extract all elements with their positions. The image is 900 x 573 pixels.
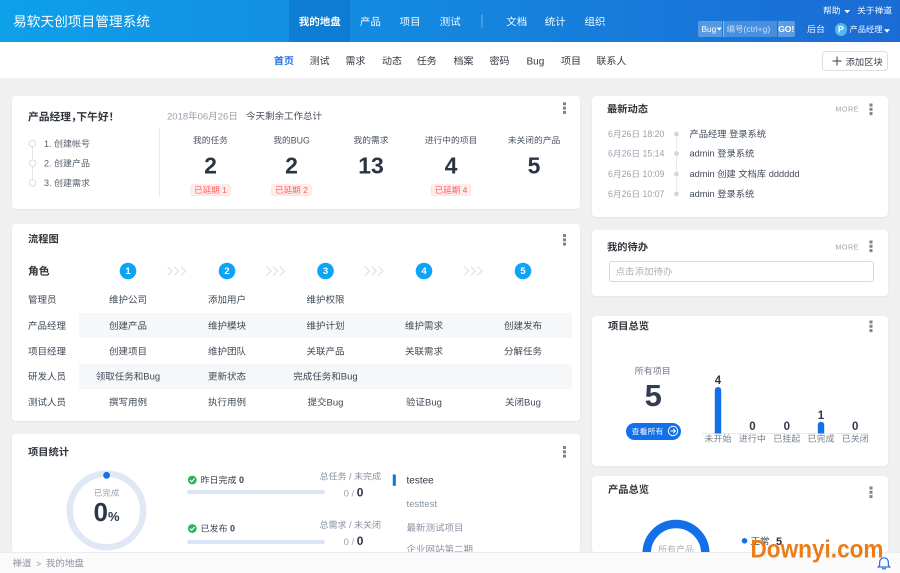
svg-text:MORE: MORE <box>835 243 859 252</box>
svg-text:/: / <box>352 489 355 500</box>
svg-text:26: 26 <box>622 149 632 159</box>
svg-text:GO!: GO! <box>778 24 794 34</box>
svg-text:2: 2 <box>224 266 229 277</box>
svg-text:/: / <box>349 472 352 482</box>
svg-text:26: 26 <box>622 129 632 139</box>
svg-text:BUG: BUG <box>291 135 310 145</box>
svg-text:0: 0 <box>749 421 755 433</box>
svg-text:testtest: testtest <box>407 499 438 510</box>
svg-text:2: 2 <box>204 153 217 179</box>
svg-text:4: 4 <box>445 153 458 179</box>
svg-text:26: 26 <box>622 189 632 199</box>
svg-text:Bug: Bug <box>143 372 160 383</box>
svg-text:1: 1 <box>125 266 131 277</box>
svg-text:MORE: MORE <box>835 105 859 114</box>
svg-text:Bug: Bug <box>702 25 717 34</box>
svg-text:18:20: 18:20 <box>643 129 665 139</box>
svg-text:6: 6 <box>608 189 613 199</box>
svg-text:0: 0 <box>357 486 364 500</box>
svg-text:0: 0 <box>94 497 108 527</box>
svg-text:6: 6 <box>608 149 613 159</box>
svg-text:admin: admin <box>690 149 715 159</box>
svg-text:26: 26 <box>218 111 229 122</box>
svg-text:Bug: Bug <box>527 56 545 67</box>
svg-text:2.: 2. <box>44 159 52 169</box>
svg-text:>: > <box>36 559 41 569</box>
svg-text:P: P <box>838 25 844 35</box>
svg-text:/: / <box>352 537 355 548</box>
svg-text:1: 1 <box>222 185 227 195</box>
svg-text:admin: admin <box>690 169 715 179</box>
svg-text:0: 0 <box>852 421 858 433</box>
svg-text:6: 6 <box>608 169 613 179</box>
svg-text:2: 2 <box>285 153 298 179</box>
svg-text:2: 2 <box>303 185 308 195</box>
svg-text:4: 4 <box>715 375 722 387</box>
svg-text:1.: 1. <box>44 139 52 149</box>
svg-text:4: 4 <box>463 185 468 195</box>
svg-text:06: 06 <box>198 111 209 122</box>
svg-text:dddddd: dddddd <box>769 169 800 179</box>
svg-text:0: 0 <box>344 489 349 500</box>
svg-text:Downyi.com: Downyi.com <box>751 536 884 564</box>
svg-text:6: 6 <box>608 129 613 139</box>
svg-text:5: 5 <box>528 153 541 179</box>
svg-text:0: 0 <box>784 421 790 433</box>
svg-text:0: 0 <box>239 475 244 485</box>
svg-text:0: 0 <box>230 524 235 534</box>
svg-text:10:07: 10:07 <box>643 189 665 199</box>
svg-text:(ctrl+g): (ctrl+g) <box>744 24 771 34</box>
svg-text:13: 13 <box>358 153 384 179</box>
svg-text:26: 26 <box>622 169 632 179</box>
svg-text:0: 0 <box>344 537 349 548</box>
svg-text:10:09: 10:09 <box>643 169 665 179</box>
svg-text:4: 4 <box>421 266 427 277</box>
svg-text:0: 0 <box>357 534 364 548</box>
svg-text:testee: testee <box>407 476 435 487</box>
svg-text:2018: 2018 <box>167 111 188 122</box>
svg-text:3.: 3. <box>44 178 52 188</box>
svg-text:1: 1 <box>818 410 825 422</box>
svg-text:Bug: Bug <box>524 397 541 408</box>
svg-text:Bug: Bug <box>327 397 344 408</box>
svg-text:admin: admin <box>690 189 715 199</box>
svg-text:5: 5 <box>645 378 662 413</box>
svg-text:Bug: Bug <box>341 372 358 383</box>
svg-text:/: / <box>349 520 352 530</box>
svg-text:3: 3 <box>323 266 328 277</box>
svg-text:15:14: 15:14 <box>643 149 665 159</box>
svg-text:%: % <box>108 509 120 524</box>
svg-text:5: 5 <box>520 266 526 277</box>
svg-text:Bug: Bug <box>425 397 442 408</box>
